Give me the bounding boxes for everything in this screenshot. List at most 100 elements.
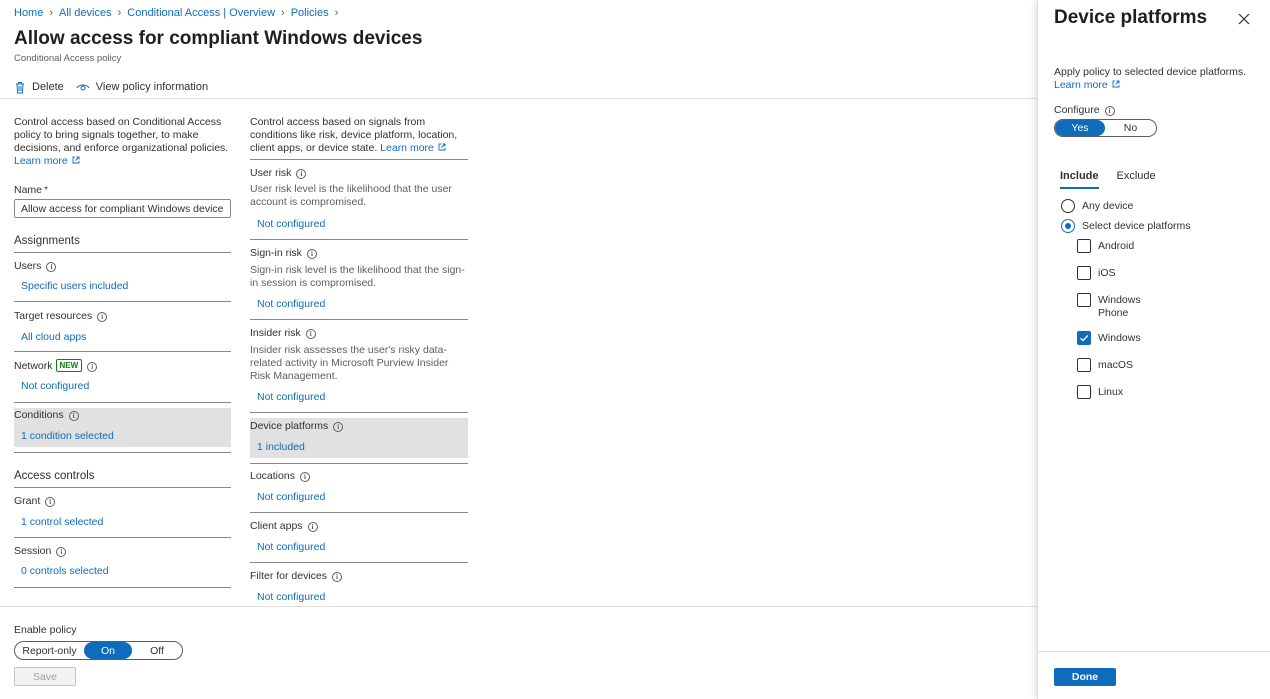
users-value-link[interactable]: Specific users included — [21, 280, 128, 292]
configure-no[interactable]: No — [1105, 120, 1156, 136]
target-resources-title: Target resources — [14, 310, 93, 322]
radio-button[interactable] — [1061, 219, 1075, 233]
insider-risk-desc: Insider risk assesses the user's risky d… — [250, 344, 449, 382]
signin-risk-desc: Sign-in risk level is the likelihood tha… — [250, 264, 465, 289]
network-row[interactable]: Network NEW i Not configured — [14, 359, 231, 403]
checkbox[interactable] — [1077, 358, 1091, 372]
radio-select-platforms[interactable]: Select device platforms — [1061, 219, 1191, 233]
insider-risk-row[interactable]: Insider risk i Insider risk assesses the … — [250, 327, 468, 413]
learn-more-link[interactable]: Learn more — [1054, 79, 1120, 91]
toggle-on[interactable]: On — [84, 642, 132, 659]
divider — [14, 402, 231, 403]
save-button[interactable]: Save — [14, 667, 76, 686]
delete-label: Delete — [32, 81, 64, 93]
users-row[interactable]: Users i Specific users included — [14, 260, 231, 303]
users-title: Users — [14, 260, 42, 272]
chevron-right-icon: › — [117, 7, 122, 19]
user-risk-value-link[interactable]: Not configured — [257, 218, 325, 230]
info-icon[interactable]: i — [299, 472, 310, 482]
divider — [250, 562, 468, 563]
grant-row[interactable]: Grant i 1 control selected — [14, 495, 231, 538]
platform-ios[interactable]: iOS — [1077, 266, 1116, 280]
conditions-row[interactable]: Conditions i 1 condition selected — [14, 408, 231, 447]
platform-windows-phone[interactable]: Windows Phone — [1077, 293, 1148, 319]
session-row[interactable]: Session i 0 controls selected — [14, 545, 231, 588]
locations-row[interactable]: Locations i Not configured — [250, 470, 468, 513]
target-resources-value-link[interactable]: All cloud apps — [21, 331, 86, 343]
learn-more-link[interactable]: Learn more — [380, 142, 446, 154]
network-value-link[interactable]: Not configured — [21, 380, 89, 392]
checkmark-icon — [1080, 335, 1089, 342]
policy-name-input[interactable] — [14, 199, 231, 218]
info-icon[interactable]: i — [56, 547, 67, 557]
info-icon[interactable]: i — [1104, 106, 1115, 116]
radio-button[interactable] — [1061, 199, 1075, 213]
chevron-right-icon: › — [334, 7, 339, 19]
view-policy-info-button[interactable]: View policy information — [76, 81, 208, 93]
divider — [14, 351, 231, 352]
network-title: Network — [14, 360, 53, 372]
locations-value-link[interactable]: Not configured — [257, 491, 325, 503]
more-options-icon[interactable]: ··· — [408, 30, 424, 45]
trash-icon — [16, 81, 24, 93]
panel-title: Device platforms — [1054, 7, 1208, 28]
checkbox[interactable] — [1077, 331, 1091, 345]
info-icon[interactable]: i — [87, 362, 98, 372]
checkbox[interactable] — [1077, 293, 1091, 307]
user-risk-row[interactable]: User risk i User risk level is the likeli… — [250, 167, 468, 240]
conditions-value-link[interactable]: 1 condition selected — [21, 430, 114, 442]
info-icon[interactable]: i — [306, 249, 317, 259]
info-icon[interactable]: i — [333, 422, 344, 432]
done-button[interactable]: Done — [1054, 668, 1116, 686]
breadcrumb-all-devices[interactable]: All devices — [59, 7, 112, 19]
toolbar-divider — [0, 98, 1037, 99]
platform-macos[interactable]: macOS — [1077, 358, 1133, 372]
checkbox[interactable] — [1077, 266, 1091, 280]
panel-footer-divider — [1038, 651, 1270, 652]
breadcrumb-ca-overview[interactable]: Conditional Access | Overview — [127, 7, 275, 19]
platform-linux[interactable]: Linux — [1077, 385, 1123, 399]
divider — [250, 512, 468, 513]
delete-button[interactable]: Delete — [14, 81, 64, 94]
divider — [14, 587, 231, 588]
info-icon[interactable]: i — [68, 411, 79, 421]
breadcrumb-policies[interactable]: Policies — [291, 7, 329, 19]
policy-editor: Home › All devices › Conditional Access | Ov… — [0, 0, 1037, 699]
view-policy-info-label: View policy information — [95, 81, 209, 93]
breadcrumb-home[interactable]: Home — [14, 7, 43, 19]
insider-risk-value-link[interactable]: Not configured — [257, 391, 325, 403]
filter-devices-row[interactable]: Filter for devices i Not configured — [250, 570, 468, 606]
signin-risk-value-link[interactable]: Not configured — [257, 298, 325, 310]
client-apps-value-link[interactable]: Not configured — [257, 541, 325, 553]
toggle-off[interactable]: Off — [132, 642, 182, 659]
configure-yes[interactable]: Yes — [1055, 120, 1105, 136]
learn-more-link[interactable]: Learn more — [14, 155, 80, 167]
info-icon[interactable]: i — [307, 522, 318, 532]
info-icon[interactable]: i — [296, 169, 307, 179]
info-icon[interactable]: i — [332, 572, 343, 582]
device-platforms-row[interactable]: Device platforms i 1 included — [250, 418, 468, 458]
platform-windows[interactable]: Windows — [1077, 331, 1141, 345]
tab-include[interactable]: Include — [1060, 170, 1099, 189]
close-icon[interactable] — [1237, 12, 1251, 26]
page-title: Allow access for compliant Windows devic… — [14, 28, 423, 49]
client-apps-row[interactable]: Client apps i Not configured — [250, 520, 468, 563]
info-icon[interactable]: i — [305, 329, 316, 339]
info-icon[interactable]: i — [45, 497, 56, 507]
checkbox[interactable] — [1077, 239, 1091, 253]
tab-exclude[interactable]: Exclude — [1117, 170, 1156, 189]
grant-value-link[interactable]: 1 control selected — [21, 516, 103, 528]
toggle-report-only[interactable]: Report-only — [15, 642, 84, 659]
signin-risk-row[interactable]: Sign-in risk i Sign-in risk level is the … — [250, 247, 468, 320]
checkbox[interactable] — [1077, 385, 1091, 399]
divider — [250, 463, 468, 464]
info-icon[interactable]: i — [46, 262, 57, 272]
session-value-link[interactable]: 0 controls selected — [21, 565, 109, 577]
filter-devices-value-link[interactable]: Not configured — [257, 591, 325, 603]
info-icon[interactable]: i — [97, 312, 108, 322]
device-platforms-value-link[interactable]: 1 included — [257, 441, 305, 453]
platform-android[interactable]: Android — [1077, 239, 1134, 253]
radio-any-device[interactable]: Any device — [1061, 199, 1133, 213]
target-resources-row[interactable]: Target resources i All cloud apps — [14, 310, 231, 353]
panel-description: Apply policy to selected device platform… — [1054, 66, 1247, 91]
